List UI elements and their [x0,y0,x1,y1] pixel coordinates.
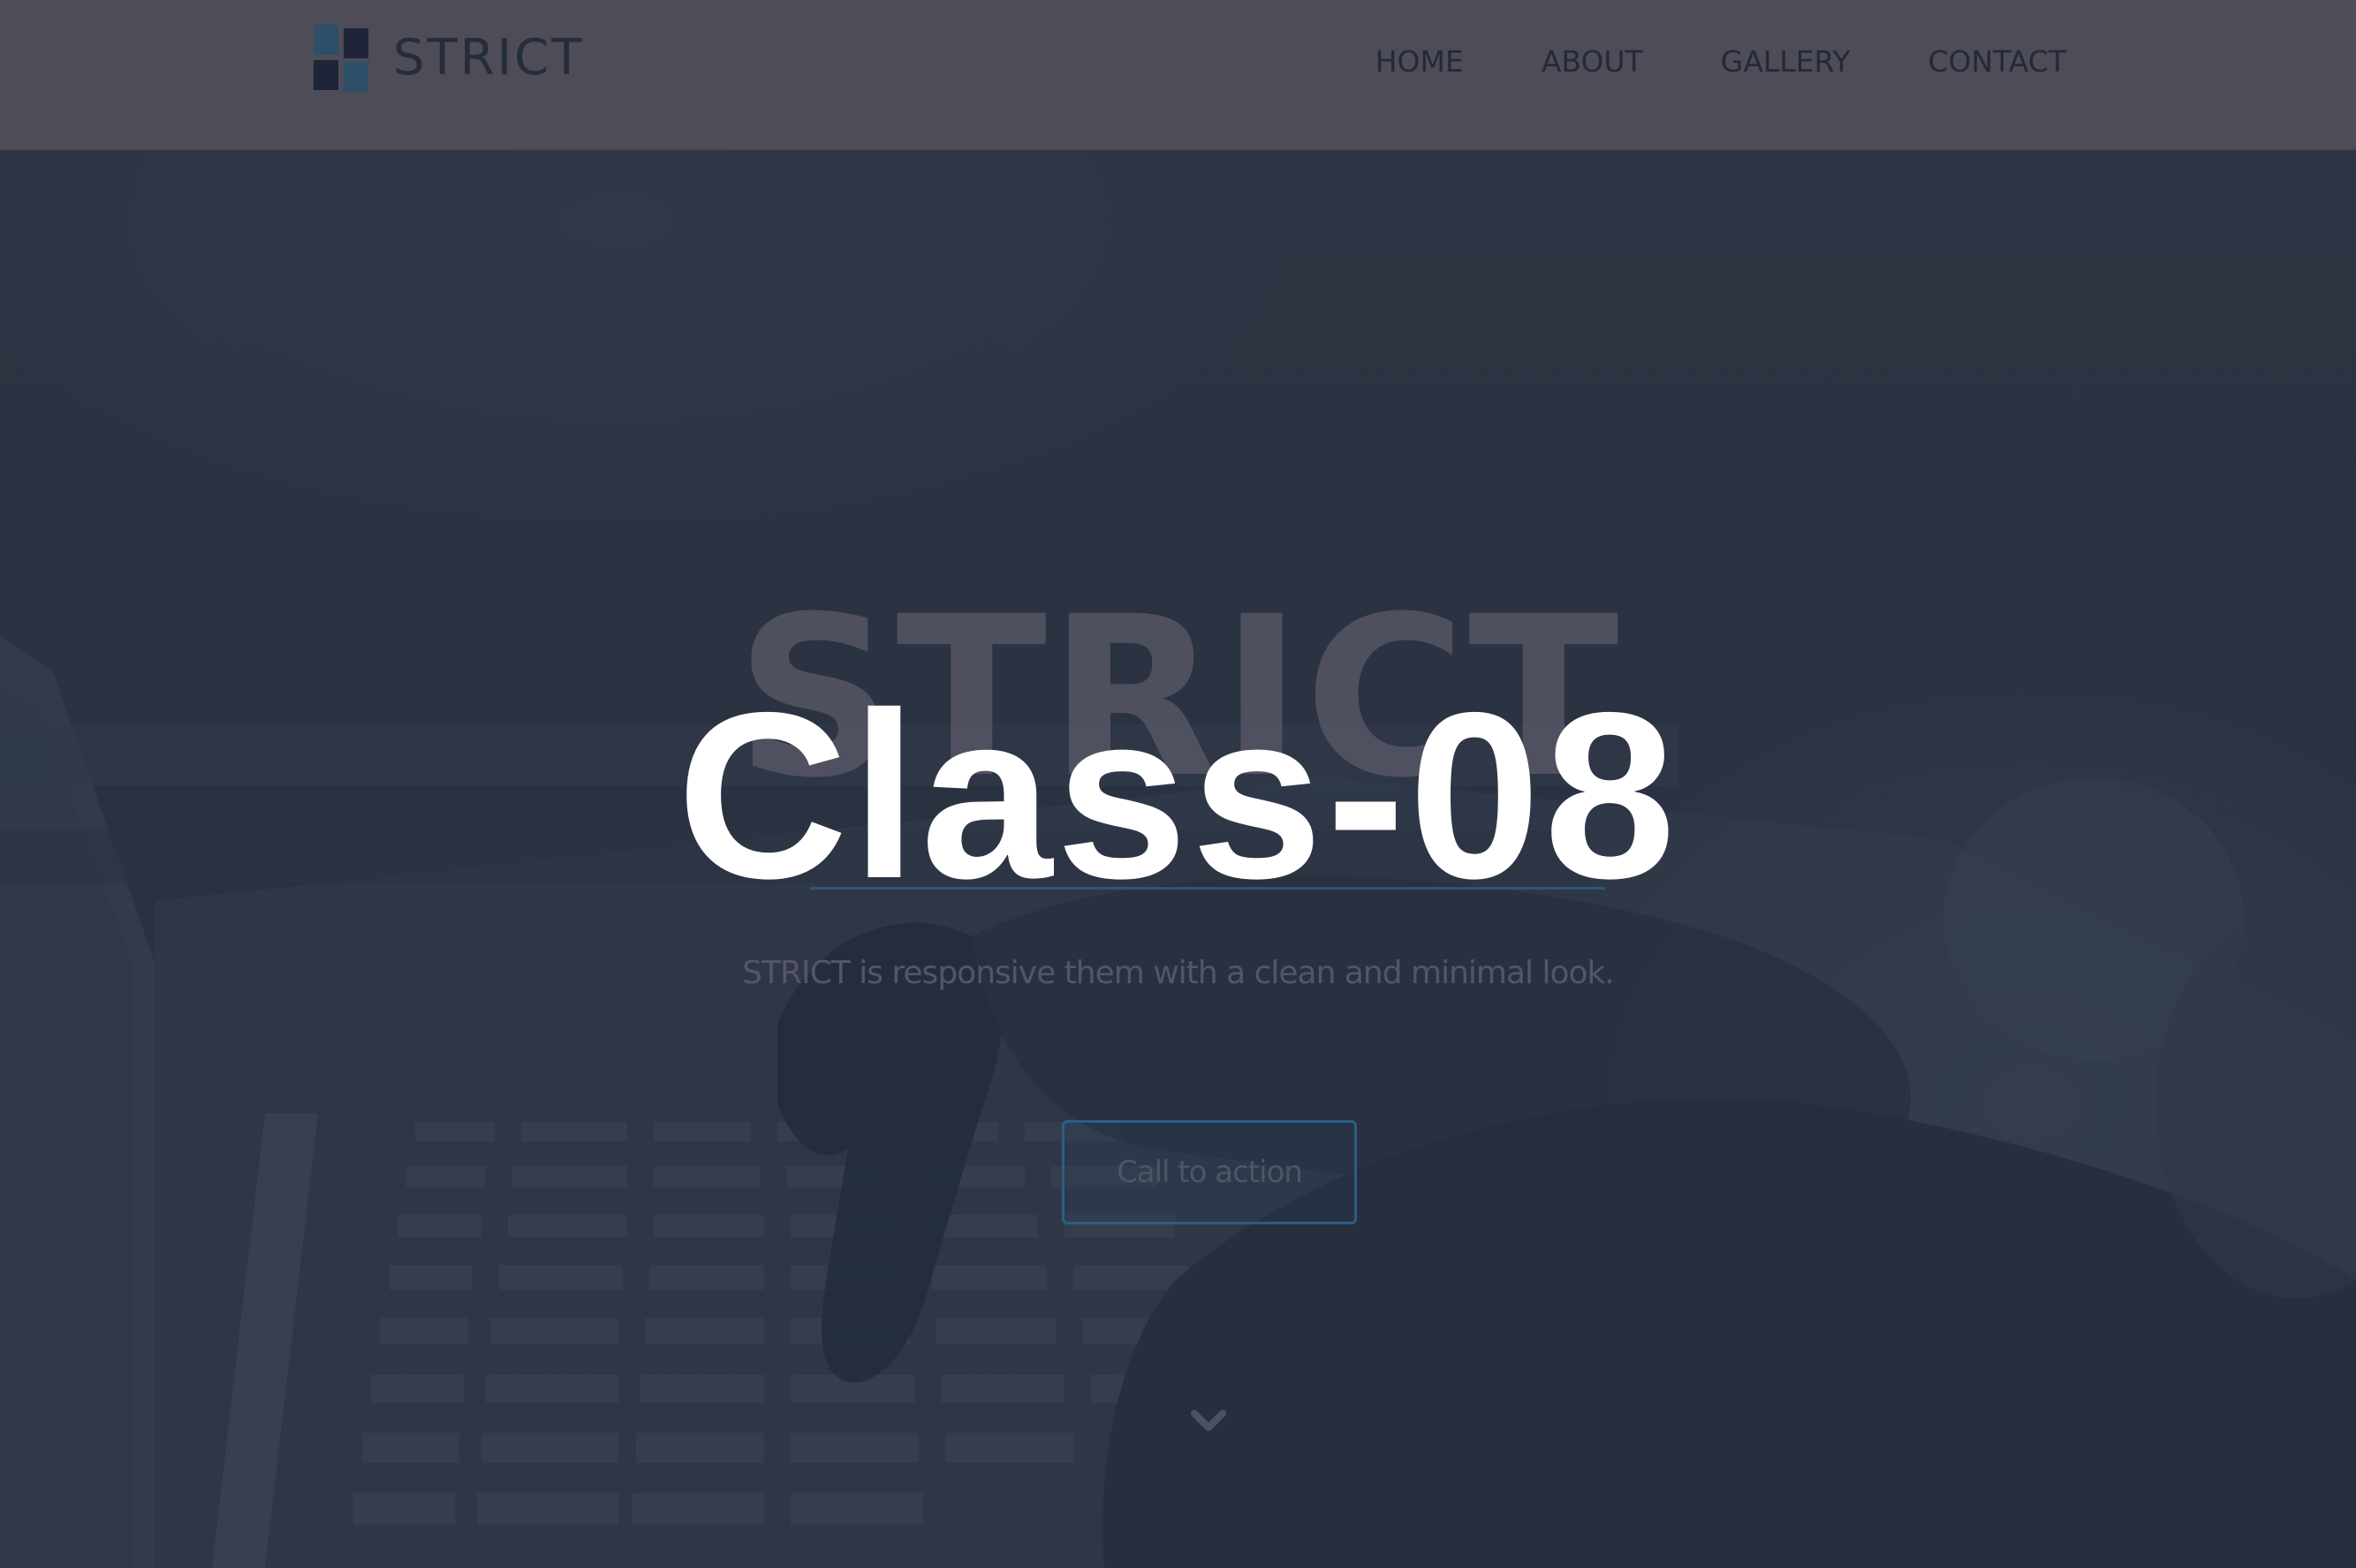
call-to-action-button[interactable]: Call to action [1062,1120,1357,1224]
chevron-down-icon[interactable] [1189,1405,1228,1436]
page: STRICT HOME ABOUT GALLERY CONTACT STRICT… [0,0,2356,1568]
hero-tagline: STRICT is responsive them with a clean a… [742,955,1615,991]
class-label: Class-08 [677,663,1679,928]
